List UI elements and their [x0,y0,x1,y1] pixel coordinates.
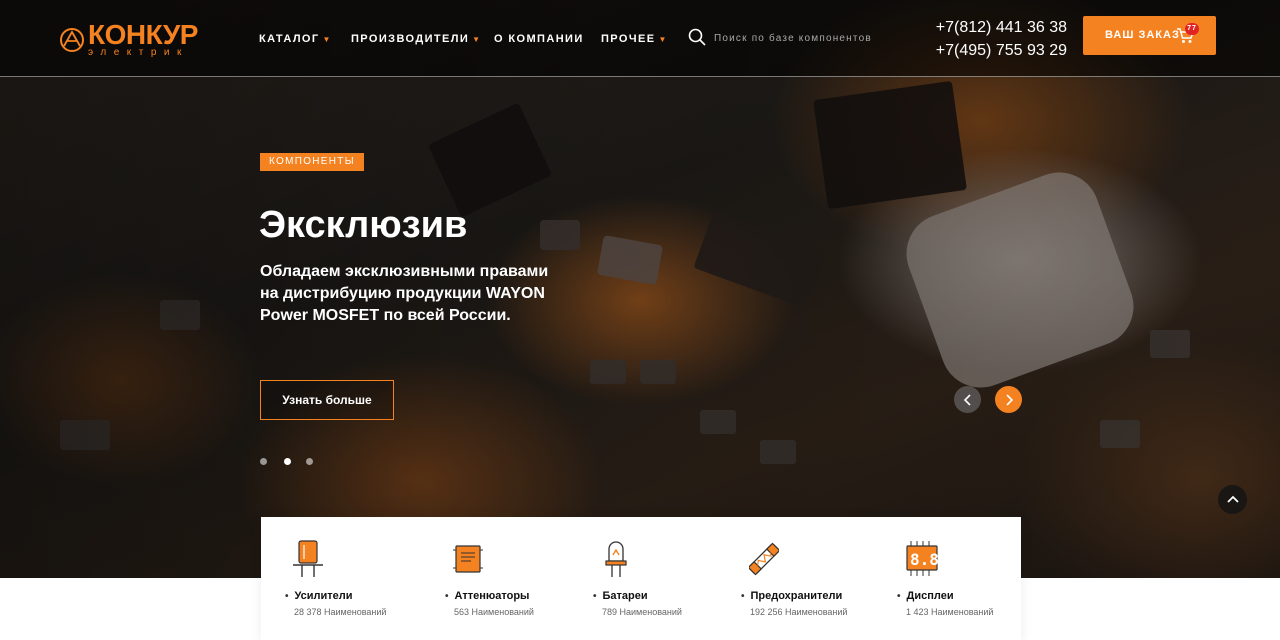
category-attenuators[interactable]: Аттенюаторы 563 Наименований [431,517,583,640]
cart-count-badge: 77 [1185,23,1199,35]
phone-spb[interactable]: +7(812) 441 36 38 [936,16,1067,39]
category-name: Усилители [285,590,353,602]
nav-about[interactable]: О КОМПАНИИ [494,32,584,46]
learn-more-button[interactable]: Узнать больше [260,380,394,420]
category-count: 192 256 Наименований [750,607,848,617]
svg-text:8.8: 8.8 [910,550,939,569]
nav-other[interactable]: ПРОЧЕЕ ▼ [601,32,668,47]
category-strip: Усилители 28 378 Наименований Аттенюатор… [261,517,1021,640]
chevron-down-icon: ▼ [658,35,668,44]
chevron-down-icon: ▼ [322,35,332,44]
search-icon[interactable] [688,28,706,46]
search-bar [688,28,918,48]
amplifier-icon [293,540,323,577]
chevron-down-icon: ▼ [472,35,482,44]
category-name: Аттенюаторы [445,590,530,602]
nav-manufacturers-label: ПРОИЗВОДИТЕЛИ [351,33,470,45]
slide-title: Эксклюзив [259,204,468,246]
fuse-icon [749,542,779,576]
category-count: 28 378 Наименований [294,607,387,617]
logo-icon [60,28,84,52]
category-count: 789 Наименований [602,607,682,617]
nav-about-label: О КОМПАНИИ [494,33,584,45]
category-count: 563 Наименований [454,607,534,617]
order-button-label: ВАШ ЗАКАЗ [1105,29,1180,41]
phone-list: +7(812) 441 36 38 +7(495) 755 93 29 [936,16,1067,62]
category-fuses[interactable]: Предохранители 192 256 Наименований [727,517,879,640]
category-name: Батареи [593,590,648,602]
slider-dot[interactable] [260,458,267,465]
slide-category-badge: КОМПОНЕНТЫ [260,153,364,171]
chevron-left-icon [963,393,971,406]
nav-other-label: ПРОЧЕЕ [601,33,656,45]
category-name: Дисплеи [897,590,954,602]
slide-description: Обладаем эксклюзивными правами на дистри… [260,263,549,324]
search-input[interactable] [714,30,914,46]
category-name: Предохранители [741,590,843,602]
display-icon: 8.8 [906,541,939,576]
order-button[interactable]: ВАШ ЗАКАЗ 77 [1083,16,1216,55]
slider-dot-active[interactable] [284,458,291,465]
brand-subtitle: электрик [88,47,189,58]
scroll-to-top-button[interactable] [1218,485,1247,514]
nav-catalog-label: КАТАЛОГ [259,33,320,45]
category-count: 1 423 Наименований [906,607,994,617]
slider-prev-button[interactable] [954,386,981,413]
category-amplifiers[interactable]: Усилители 28 378 Наименований [271,517,423,640]
category-batteries[interactable]: Батареи 789 Наименований [579,517,731,640]
slider-next-button[interactable] [995,386,1022,413]
category-displays[interactable]: 8.8 Дисплеи 1 423 Наименований [883,517,1035,640]
attenuator-chip-icon [453,545,483,573]
brand-logo[interactable]: КОНКУР электрик [58,20,208,60]
slider-dot[interactable] [306,458,313,465]
site-header: КОНКУР электрик КАТАЛОГ ▼ ПРОИЗВОДИТЕЛИ ▼ … [0,0,1280,77]
hero-background [0,0,1280,578]
brand-name: КОНКУР [88,19,198,50]
hero-shade [0,0,1280,578]
phone-msk[interactable]: +7(495) 755 93 29 [936,39,1067,62]
chevron-up-icon [1226,495,1239,503]
nav-manufacturers[interactable]: ПРОИЗВОДИТЕЛИ ▼ [351,32,481,47]
nav-catalog[interactable]: КАТАЛОГ ▼ [259,32,332,47]
chevron-right-icon [1005,393,1013,406]
led-battery-icon [605,541,627,577]
